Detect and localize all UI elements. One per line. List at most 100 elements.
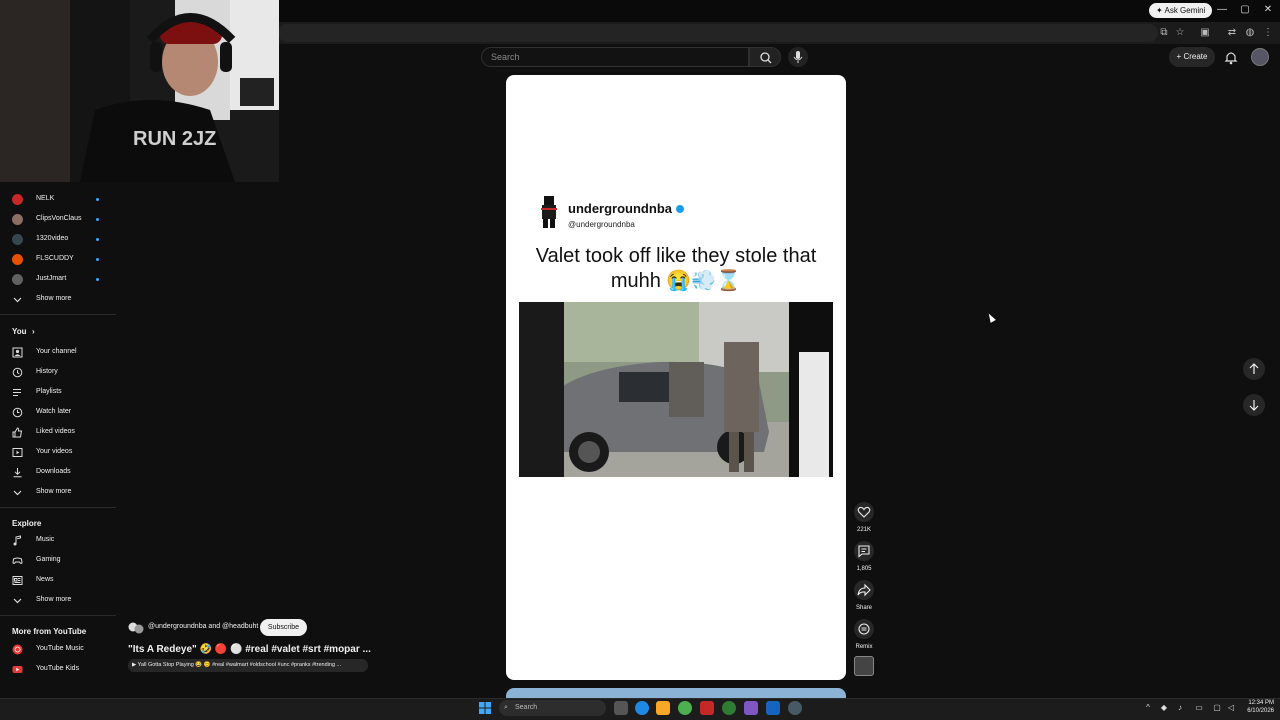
ask-gemini-button[interactable]: ✦ Ask Gemini — [1149, 3, 1213, 18]
browser-menu-icon[interactable]: ⋮ — [1261, 26, 1275, 40]
chrome-icon[interactable] — [678, 701, 692, 715]
new-content-dot — [96, 218, 99, 221]
chevron-down-icon — [13, 598, 22, 604]
new-content-dot — [96, 258, 99, 261]
subscriptions-show-more[interactable]: Show more — [0, 289, 116, 309]
address-bar[interactable] — [278, 24, 1158, 42]
search-input[interactable]: Search — [481, 47, 749, 67]
explore-show-more[interactable]: Show more — [0, 590, 116, 610]
bookmark-star-icon[interactable]: ☆ — [1173, 26, 1187, 40]
sidebar-item-label: Music — [36, 536, 55, 543]
sidebar-item-1320video[interactable]: 1320video — [0, 229, 116, 249]
playlist-icon — [13, 389, 21, 396]
taskbar-search[interactable]: ⌕ Search — [499, 700, 606, 716]
search-icon — [760, 52, 772, 64]
next-short-preview[interactable] — [506, 688, 846, 698]
tray-app-icon[interactable]: ◆ — [1159, 703, 1169, 713]
sidebar-divider — [0, 314, 116, 315]
sidebar-item-justjmart[interactable]: JustJmart — [0, 269, 116, 289]
voice-search-button[interactable] — [788, 47, 808, 67]
svg-text:RUN 2JZ: RUN 2JZ — [133, 128, 216, 150]
sidebar-item-your-channel[interactable]: Your channel — [0, 342, 116, 362]
sidebar-item-your-videos[interactable]: Your videos — [0, 442, 116, 462]
account-avatar[interactable] — [1251, 48, 1269, 66]
next-short-button[interactable] — [1243, 394, 1265, 416]
adobe-app-icon[interactable] — [700, 701, 714, 715]
sidebar-item-youtube-kids[interactable]: YouTube Kids — [0, 659, 116, 679]
sidebar-item-music[interactable]: Music — [0, 530, 116, 550]
sidebar-item-label: FLSCUDDY — [36, 255, 74, 262]
sidebar-item-news[interactable]: News — [0, 570, 116, 590]
sidebar-item-label: Your channel — [36, 348, 77, 355]
chevron-right-icon: › — [32, 327, 35, 336]
new-content-dot — [96, 278, 99, 281]
tab-search-icon[interactable]: ⇄ — [1225, 26, 1239, 40]
game-controller-icon — [12, 557, 23, 564]
share-label: Share — [855, 605, 872, 611]
new-content-dot — [96, 238, 99, 241]
more-from-youtube-heading: More from YouTube — [12, 627, 87, 636]
sidebar-item-flscuddy[interactable]: FLSCUDDY — [0, 249, 116, 269]
sidebar-item-label: Your videos — [36, 448, 73, 455]
comments-button[interactable] — [854, 541, 874, 561]
sidebar-item-history[interactable]: History — [0, 362, 116, 382]
remix-icon — [858, 623, 870, 635]
subscribe-button[interactable]: Subscribe — [260, 619, 307, 636]
tray-volume-icon[interactable]: ◁ — [1226, 703, 1236, 713]
remix-button[interactable] — [854, 619, 874, 639]
related-video-pill[interactable]: ▶ Yall Gotta Stop Playing 😂 😊 #real #wal… — [128, 659, 368, 672]
profile-icon[interactable]: ◍ — [1243, 26, 1257, 40]
like-button[interactable] — [854, 502, 874, 522]
discord-icon[interactable] — [744, 701, 758, 715]
install-app-icon[interactable]: ⧉ — [1157, 26, 1171, 40]
tray-chevron-up-icon[interactable]: ^ — [1143, 703, 1153, 713]
clock-date[interactable]: 6/10/2026 — [1244, 708, 1274, 714]
tray-network-icon[interactable]: ▭ — [1194, 703, 1204, 713]
steam-icon[interactable] — [766, 701, 780, 715]
channel-avatar — [12, 254, 23, 265]
channel-avatar — [12, 274, 23, 285]
short-title[interactable]: "Its A Redeye" 🤣 🔴 ⚪ #real #valet #srt #… — [128, 644, 371, 655]
windows-start-icon[interactable] — [478, 701, 492, 715]
file-explorer-icon[interactable] — [656, 701, 670, 715]
overlay-caption: Valet took off like they stole that muhh… — [535, 245, 817, 292]
sidebar-item-label: Playlists — [36, 388, 62, 395]
minimize-button[interactable]: — — [1214, 3, 1230, 17]
close-window-button[interactable]: ✕ — [1260, 3, 1276, 17]
extensions-icon[interactable]: ▣ — [1198, 26, 1212, 40]
overlay-account-name: undergroundnba — [568, 201, 672, 216]
sound-thumbnail[interactable] — [854, 656, 874, 676]
previous-short-button[interactable] — [1243, 358, 1265, 380]
sidebar-item-nelk[interactable]: NELK — [0, 189, 116, 209]
sidebar-item-playlists[interactable]: Playlists — [0, 382, 116, 402]
sidebar-item-gaming[interactable]: Gaming — [0, 550, 116, 570]
edge-browser-icon[interactable] — [635, 701, 649, 715]
obs-icon[interactable] — [788, 701, 802, 715]
sidebar-item-label: YouTube Music — [36, 645, 84, 652]
collab-avatars[interactable] — [128, 621, 144, 635]
sidebar-item-label: Watch later — [36, 408, 72, 415]
sidebar-item-label: NELK — [36, 195, 55, 202]
share-button[interactable] — [854, 580, 874, 600]
search-button[interactable] — [749, 47, 781, 67]
tray-microphone-icon[interactable]: ♪ — [1175, 703, 1185, 713]
thumbs-up-icon — [12, 427, 23, 438]
task-view-icon[interactable] — [614, 701, 628, 715]
sidebar-item-clipsvonclaus[interactable]: ClipsVonClaus — [0, 209, 116, 229]
sidebar-item-watch-later[interactable]: Watch later — [0, 402, 116, 422]
arrow-down-icon — [1249, 400, 1259, 411]
tray-monitor-icon[interactable]: ▢ — [1212, 703, 1222, 713]
you-show-more[interactable]: Show more — [0, 482, 116, 502]
sidebar-item-downloads[interactable]: Downloads — [0, 462, 116, 482]
maximize-button[interactable]: ▢ — [1237, 3, 1253, 17]
clock-time[interactable]: 12:34 PM — [1244, 700, 1274, 706]
you-heading[interactable]: You › — [0, 322, 116, 342]
notifications-button[interactable] — [1222, 48, 1240, 66]
xbox-icon[interactable] — [722, 701, 736, 715]
person-box-icon — [12, 347, 23, 358]
create-button[interactable]: + Create — [1169, 47, 1215, 67]
sidebar-item-youtube-music[interactable]: YouTube Music — [0, 639, 116, 659]
like-count: 221K — [856, 527, 871, 533]
channel-names[interactable]: @undergroundnba and @headbuht — [148, 623, 258, 630]
sidebar-item-liked-videos[interactable]: Liked videos — [0, 422, 116, 442]
